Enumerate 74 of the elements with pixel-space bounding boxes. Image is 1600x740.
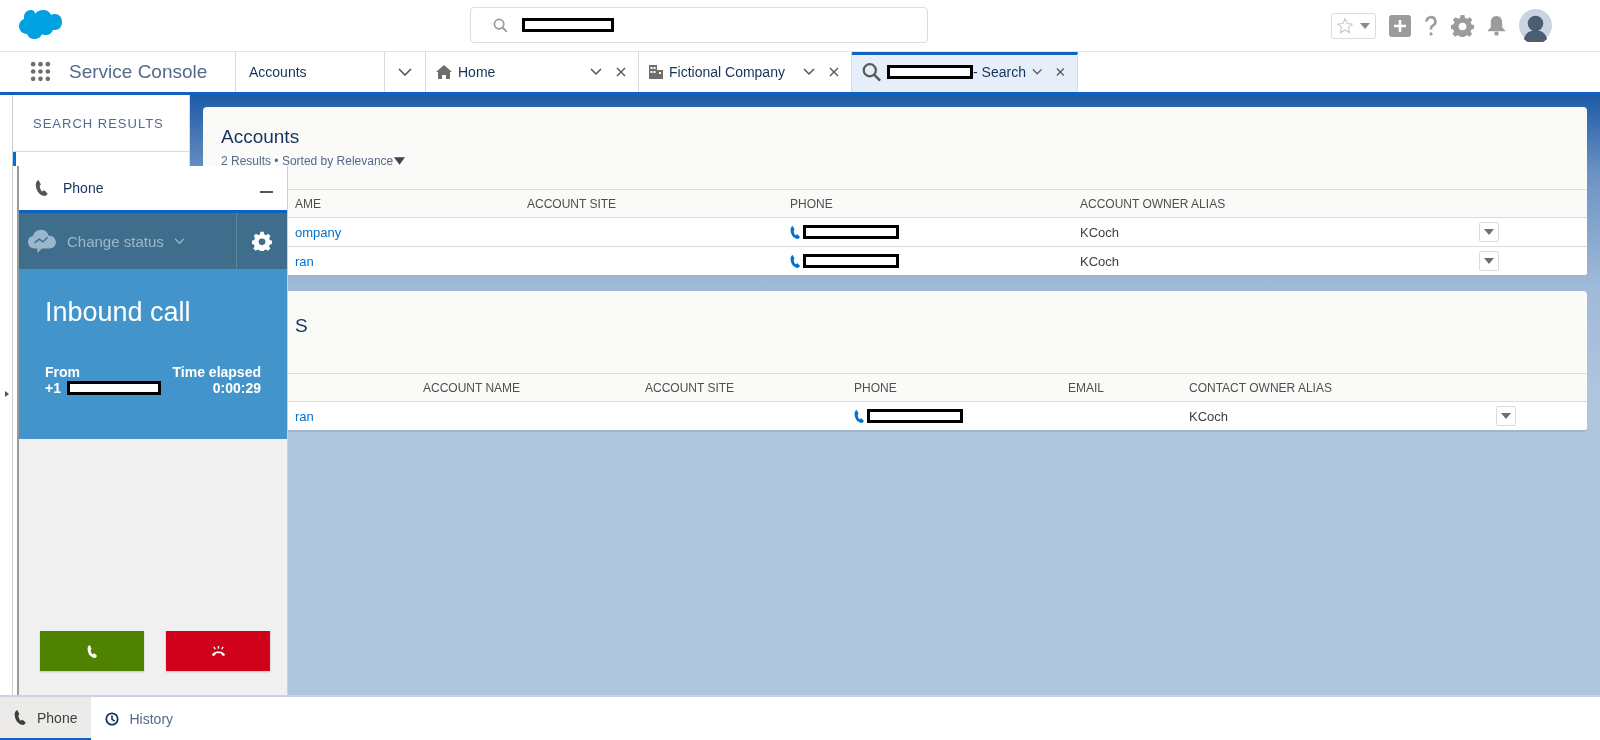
row-menu-button[interactable] [1479,222,1499,242]
settings-icon [252,231,272,251]
elapsed-label: Time elapsed [172,364,261,380]
tab-label: - Search [973,64,1026,80]
phone-icon[interactable] [854,409,865,423]
column-header: EMAIL [1068,380,1104,395]
sidebar-title: SEARCH RESULTS [33,115,164,131]
caller-number: +1 [45,380,61,396]
record-link[interactable]: ran [295,408,314,424]
table-cell: KCoch [1080,253,1120,269]
phone-icon [86,644,98,658]
elapsed-time: 0:00:29 [212,380,261,396]
search-icon [493,17,508,33]
row-menu-button[interactable] [1479,251,1499,271]
chevron-down-icon [398,68,412,76]
call-title: Inbound call [45,297,192,328]
caret-icon [1501,413,1511,419]
hang-up-icon [210,645,226,657]
chevron-down-icon[interactable] [590,68,602,76]
from-label: From [45,364,81,380]
column-header: PHONE [854,380,897,395]
bell-icon[interactable] [1487,15,1506,36]
column-header: ACCOUNT OWNER ALIAS [1080,196,1226,211]
results-summary[interactable]: 2 Results • Sorted by Relevance [221,154,1587,168]
add-icon[interactable] [1389,14,1411,37]
home-icon [436,65,452,79]
app-name: Service Console [69,61,209,83]
workspace-tab[interactable]: - Search [852,52,1078,92]
avatar[interactable] [1519,9,1552,42]
panel-title: Phone [63,180,104,196]
chevron-down-icon [173,237,185,245]
tab-label: Home [458,64,496,80]
app-launcher-icon[interactable] [30,61,51,82]
card-title: Accounts [221,126,301,148]
close-icon[interactable] [829,67,839,77]
column-header: AME [295,196,321,211]
column-header: PHONE [790,196,833,211]
column-header: ACCOUNT SITE [645,380,735,395]
table-cell: KCoch [1080,224,1120,240]
caret-icon [1484,258,1494,264]
record-link[interactable]: ran [295,253,314,269]
close-icon[interactable] [616,67,626,77]
caret-icon [1360,22,1370,29]
favorites-button[interactable] [1331,12,1376,39]
close-icon[interactable] [1056,67,1065,77]
column-header: ACCOUNT NAME [423,380,521,395]
column-header: ACCOUNT SITE [527,196,617,211]
expand-arrow-icon[interactable] [5,391,9,397]
building-icon [649,65,663,79]
caret-icon [1484,229,1494,235]
cloud-logo [16,9,62,42]
chevron-down-icon[interactable] [1031,68,1043,76]
utility-tab[interactable]: Phone [0,697,92,740]
phone-icon[interactable] [790,225,801,239]
phone-icon [35,180,49,196]
help-icon[interactable] [1424,14,1438,37]
table-cell: KCoch [1189,408,1229,424]
settings-icon[interactable] [1451,14,1474,37]
clock-icon [105,711,120,726]
column-header: CONTACT OWNER ALIAS [1189,380,1332,395]
row-menu-button[interactable] [1496,406,1516,426]
workspace-tab[interactable]: Home [426,52,639,92]
chevron-down-icon[interactable] [803,68,815,76]
search-field[interactable] [470,7,928,43]
utility-tab[interactable]: History [91,697,188,740]
phone-icon [14,710,27,725]
caret-icon [394,157,406,165]
star-icon [1336,16,1354,35]
card-title: S [295,315,309,337]
phone-icon[interactable] [790,254,801,268]
search-icon [862,61,882,83]
cloud-icon [27,228,57,254]
record-link[interactable]: ompany [295,224,342,240]
tab-label: Fictional Company [669,64,785,80]
